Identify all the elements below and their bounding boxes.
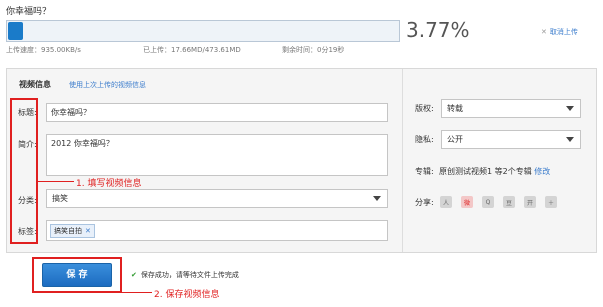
upload-percent: 3.77% (406, 18, 470, 42)
remaining-time: 剩余时间：0分19秒 (282, 46, 345, 54)
step2-arrow (122, 292, 152, 293)
save-message-text: 保存成功，请等待文件上传完成 (140, 271, 239, 279)
upload-title: 你幸福吗？ (6, 7, 52, 17)
chevron-down-icon (566, 137, 574, 142)
album-label: 专辑: (415, 167, 434, 176)
share-more-icon[interactable]: ＋ (545, 196, 557, 208)
privacy-select[interactable]: 公开 (441, 130, 581, 149)
album-text: 原创测试视频1 等2个专辑 (439, 167, 532, 176)
share-qzone-icon[interactable]: Q (482, 196, 494, 208)
share-renren-icon[interactable]: 人 (440, 196, 452, 208)
category-value: 搞笑 (52, 194, 68, 203)
chevron-down-icon (373, 196, 381, 201)
fields-highlight-box (10, 98, 38, 244)
share-kaixin-icon[interactable]: 开 (524, 196, 536, 208)
privacy-value: 公开 (447, 135, 463, 144)
category-select[interactable]: 搞笑 (46, 189, 388, 208)
step1-arrow (38, 181, 74, 182)
share-douban-icon[interactable]: 豆 (503, 196, 515, 208)
title-input[interactable]: 你幸福吗？ (46, 103, 388, 122)
video-info-panel: 视频信息 使用上次上传的视频信息 标题: 你幸福吗？ 简介: 2012 你幸福吗… (6, 68, 597, 253)
tag-label: 搞笑自拍 (54, 227, 82, 235)
tags-input[interactable]: 搞笑自拍 ✕ (46, 220, 388, 241)
intro-textarea[interactable]: 2012 你幸福吗？ (46, 134, 388, 176)
uploaded-size: 已上传：17.66MD/473.61MD (143, 46, 241, 54)
privacy-label: 隐私: (415, 135, 434, 144)
step2-annotation: 2. 保存视频信息 (154, 290, 220, 300)
reuse-info-link[interactable]: 使用上次上传的视频信息 (69, 80, 146, 90)
share-weibo-icon[interactable]: 微 (461, 196, 473, 208)
remove-tag-icon[interactable]: ✕ (85, 227, 91, 235)
panel-divider (402, 69, 403, 252)
upload-progress-fill (8, 22, 23, 40)
copyright-value: 转载 (447, 104, 463, 113)
save-success-message: ✔ 保存成功，请等待文件上传完成 (131, 270, 239, 280)
album-value: 原创测试视频1 等2个专辑 修改 (439, 166, 550, 177)
copyright-select[interactable]: 转载 (441, 99, 581, 118)
cancel-upload-label: 取消上传 (549, 28, 578, 36)
share-label: 分享: (415, 198, 434, 207)
chevron-down-icon (566, 106, 574, 111)
upload-speed: 上传速度：935.00KB/s (6, 46, 81, 54)
panel-heading: 视频信息 (19, 80, 51, 89)
close-icon: ✕ (541, 28, 547, 36)
upload-progress-bar (6, 20, 400, 42)
step1-annotation: 1. 填写视频信息 (76, 179, 142, 189)
copyright-label: 版权: (415, 104, 434, 113)
share-icons: 人 微 Q 豆 开 ＋ (440, 196, 557, 208)
album-modify-link[interactable]: 修改 (534, 167, 550, 176)
tag-chip: 搞笑自拍 ✕ (50, 224, 95, 238)
check-icon: ✔ (131, 271, 137, 279)
cancel-upload-link[interactable]: ✕ 取消上传 (541, 27, 578, 37)
save-button[interactable]: 保 存 (42, 263, 112, 287)
